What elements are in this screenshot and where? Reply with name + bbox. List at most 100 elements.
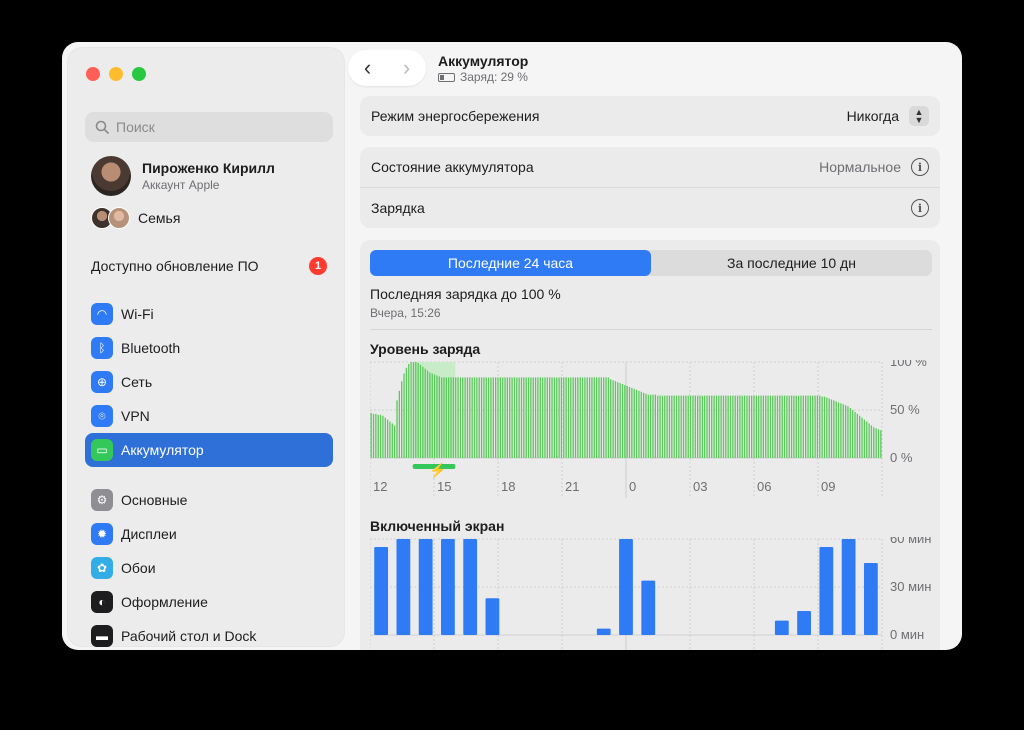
zoom-button[interactable] [132, 67, 146, 81]
profile-subtitle: Аккаунт Apple [142, 178, 220, 192]
update-badge: 1 [309, 257, 327, 275]
battery-bar [584, 377, 586, 458]
avatar [91, 156, 131, 196]
battery-bar [600, 377, 602, 458]
battery-bar [469, 377, 471, 458]
sidebar-item[interactable]: ⌾ VPN [85, 399, 333, 433]
navigation-buttons: ‹ › [348, 50, 426, 86]
close-button[interactable] [86, 67, 100, 81]
forward-button[interactable]: › [387, 50, 426, 86]
screen-bar [418, 539, 433, 635]
battery-bar [819, 395, 821, 458]
battery-bar [502, 377, 504, 458]
battery-bar [680, 395, 682, 458]
battery-bar [863, 419, 866, 458]
screen-on-title: Включенный экран [370, 518, 505, 534]
y-tick-label: 50 % [890, 402, 920, 417]
battery-bar [635, 389, 638, 458]
sidebar-item[interactable]: ✹ Дисплеи [85, 517, 333, 551]
sidebar-group-network: ◠ Wi-Fi ᛒ Bluetooth ⊕ Сеть ⌾ VPN ▭ Аккумулятор [85, 297, 333, 467]
y-tick-label: 0 % [890, 450, 913, 465]
sidebar-item-label: Рабочий стол и Dock [121, 628, 257, 644]
battery-bar [497, 377, 499, 458]
battery-bar [386, 419, 389, 458]
screen-bar [774, 620, 789, 635]
battery-bar [783, 395, 786, 458]
y-tick-label: 100 % [890, 360, 927, 369]
chevron-updown-icon[interactable]: ▲ ▼ [909, 106, 929, 126]
battery-bar [396, 400, 398, 458]
search-input[interactable]: Поиск [85, 112, 333, 142]
update-label: Доступно обновление ПО [91, 258, 259, 274]
battery-bar [473, 377, 476, 458]
battery-bar [565, 377, 567, 458]
info-icon[interactable]: i [911, 199, 929, 217]
battery-bar [426, 370, 429, 458]
back-button[interactable]: ‹ [348, 50, 387, 86]
battery-bar [870, 425, 873, 458]
battery-bar [495, 377, 497, 458]
battery-bar [389, 421, 391, 458]
battery-bar [696, 395, 699, 458]
battery-bar [812, 395, 814, 458]
battery-bar [384, 417, 386, 458]
battery-bar [809, 395, 812, 458]
battery-bar [779, 395, 781, 458]
sidebar-item[interactable]: ▬ Рабочий стол и Dock [85, 619, 333, 650]
battery-bar [485, 377, 487, 458]
battery-bar [859, 415, 861, 458]
battery-bar [398, 390, 401, 458]
battery-bar [671, 395, 673, 458]
battery-bar [631, 387, 633, 458]
tab-last-10-days[interactable]: За последние 10 дн [651, 250, 932, 276]
battery-bar [541, 377, 544, 458]
tab-last-24-hours[interactable]: Последние 24 часа [370, 250, 651, 276]
sidebar-item[interactable]: ▭ Аккумулятор [85, 433, 333, 467]
battery-bar [624, 385, 626, 458]
minimize-button[interactable] [109, 67, 123, 81]
battery-bar [758, 395, 760, 458]
sidebar-item[interactable]: ⚙ Основные [85, 483, 333, 517]
battery-bar [788, 395, 790, 458]
battery-bar [664, 395, 666, 458]
sidebar-item[interactable]: ◐ Оформление [85, 585, 333, 619]
battery-bar [751, 395, 753, 458]
battery-bar [419, 364, 422, 458]
sidebar-item[interactable]: ✿ Обои [85, 551, 333, 585]
battery-bar [842, 404, 844, 458]
battery-bar [621, 384, 624, 458]
battery-bar [868, 423, 870, 458]
account-profile[interactable]: Пироженко Кирилл Аккаунт Apple [91, 156, 275, 196]
battery-bar [478, 377, 480, 458]
battery-bar [525, 377, 527, 458]
battery-bar [424, 368, 426, 458]
battery-bar [603, 377, 605, 458]
sidebar-item[interactable]: ◠ Wi-Fi [85, 297, 333, 331]
x-tick-label: 0 [629, 479, 636, 494]
y-tick-label: 30 мин [890, 579, 931, 594]
gear-icon: ⚙ [91, 489, 113, 511]
battery-bar [483, 377, 485, 458]
battery-bar [732, 395, 734, 458]
battery-bar [720, 395, 722, 458]
battery-bar [814, 395, 816, 458]
dock-icon: ▬ [91, 625, 113, 647]
sidebar-item[interactable]: ᛒ Bluetooth [85, 331, 333, 365]
battery-bar [880, 430, 882, 458]
battery-bar [403, 373, 405, 458]
family-item[interactable]: Семья [91, 207, 180, 229]
sidebar-item-label: VPN [121, 408, 150, 424]
low-power-row[interactable]: Режим энергосбережения Никогда ▲ ▼ [360, 96, 940, 136]
sidebar-item-label: Bluetooth [121, 340, 181, 356]
battery-bar [774, 395, 776, 458]
software-update-item[interactable]: Доступно обновление ПО 1 [91, 257, 327, 275]
sun-icon: ✹ [91, 523, 113, 545]
info-icon[interactable]: i [911, 158, 929, 176]
battery-bar [448, 377, 450, 458]
sidebar-item[interactable]: ⊕ Сеть [85, 365, 333, 399]
battery-bar [828, 398, 830, 458]
battery-bar [753, 395, 755, 458]
battery-bar [633, 388, 635, 458]
battery-bar [767, 395, 769, 458]
battery-bar [706, 395, 708, 458]
